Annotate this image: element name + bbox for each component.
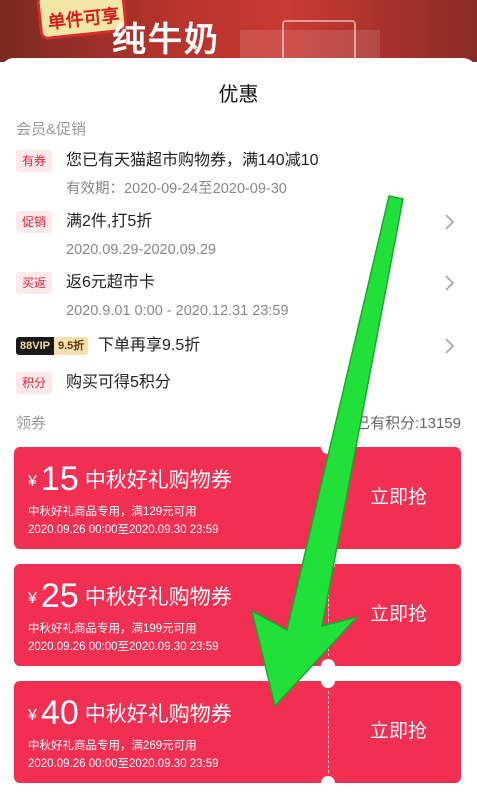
promo-main-text: 您已有天猫超市购物券，满140减10 — [66, 152, 319, 169]
grab-coupon-button[interactable]: 立即抢 — [336, 447, 461, 549]
chevron-right-icon[interactable] — [438, 211, 460, 233]
promo-tag: 有券 — [16, 150, 53, 172]
coupon-card: ¥ 15 中秋好礼购物券 中秋好礼商品专用，满129元可用 2020.09.26… — [14, 447, 461, 549]
coupon-section-label: 领券 — [16, 415, 47, 432]
chevron-right-icon[interactable] — [438, 272, 460, 294]
coupon-condition: 中秋好礼商品专用，满129元可用 — [28, 506, 197, 518]
grab-coupon-button[interactable]: 立即抢 — [336, 564, 461, 666]
promo-tag: 买返 — [16, 272, 53, 294]
coupon-condition: 中秋好礼商品专用，满199元可用 — [28, 623, 197, 635]
coupon-condition: 中秋好礼商品专用，满269元可用 — [28, 740, 197, 752]
promo-sub-text: 2020.9.01 0:00 - 2020.12.31 23:59 — [66, 303, 289, 319]
promo-row-cashback[interactable]: 买返 返6元超市卡 2020.9.01 0:00 - 2020.12.31 23… — [16, 272, 466, 320]
points-main-text: 购买可得5积分 — [66, 374, 171, 391]
currency-symbol: ¥ — [28, 473, 37, 490]
product-name-graphic: 纯牛奶 — [112, 21, 220, 59]
coupon-validity: 2020.09.26 00:00至2020.09.30 23:59 — [28, 758, 219, 770]
coupon-validity: 2020.09.26 00:00至2020.09.30 23:59 — [28, 524, 219, 536]
promo-row-coupon: 有券 您已有天猫超市购物券，满140减10 有效期：2020-09-24至202… — [16, 150, 466, 198]
currency-symbol: ¥ — [28, 590, 37, 607]
chevron-right-icon[interactable] — [438, 335, 460, 357]
coupon-name: 中秋好礼购物券 — [84, 586, 232, 609]
grab-coupon-button[interactable]: 立即抢 — [336, 681, 461, 783]
product-image-banner: 单件可享 纯牛奶 — [0, 0, 477, 62]
coupon-name: 中秋好礼购物券 — [84, 703, 232, 726]
coupon-amount: 40 — [40, 694, 79, 732]
currency-symbol: ¥ — [28, 707, 37, 724]
promo-main-text: 满2件,打5折 — [66, 213, 153, 230]
points-balance: 已有积分:13159 — [355, 415, 461, 432]
coupon-validity: 2020.09.26 00:00至2020.09.30 23:59 — [28, 641, 219, 653]
vip-main-text: 下单再享9.5折 — [98, 337, 201, 354]
promo-row-discount[interactable]: 促销 满2件,打5折 2020.09.29-2020.09.29 — [16, 211, 466, 259]
promo-sub-text: 有效期：2020-09-24至2020-09-30 — [66, 181, 287, 197]
promo-sub-text: 2020.09.29-2020.09.29 — [66, 242, 216, 258]
offers-sheet: 优惠 会员&促销 有券 您已有天猫超市购物券，满140减10 有效期：2020-… — [0, 58, 477, 800]
coupon-amount: 25 — [40, 577, 79, 615]
vip-discount-row[interactable]: 88VIP 9.5折 下单再享9.5折 — [16, 335, 466, 357]
promo-main-text: 返6元超市卡 — [66, 274, 155, 291]
promo-tag: 促销 — [16, 211, 53, 233]
coupon-name: 中秋好礼购物券 — [84, 469, 232, 492]
points-row: 积分 购买可得5积分 — [16, 372, 466, 394]
coupon-card: ¥ 25 中秋好礼购物券 中秋好礼商品专用，满199元可用 2020.09.26… — [14, 564, 461, 666]
sheet-title: 优惠 — [218, 84, 259, 106]
member-promo-section-label: 会员&促销 — [16, 121, 87, 138]
coupon-card: ¥ 40 中秋好礼购物券 中秋好礼商品专用，满269元可用 2020.09.26… — [14, 681, 461, 783]
coupon-amount: 15 — [40, 460, 79, 498]
points-tag: 积分 — [16, 372, 53, 394]
vip-badge: 88VIP 9.5折 — [16, 337, 89, 355]
